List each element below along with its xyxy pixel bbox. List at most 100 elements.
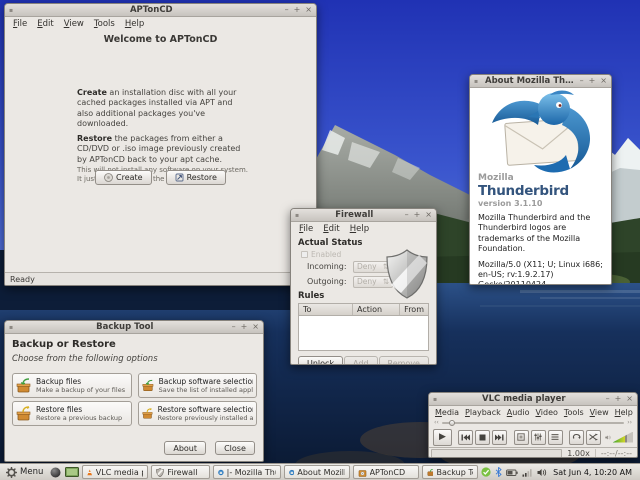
incoming-value: Deny	[357, 262, 377, 271]
close-button[interactable]: ×	[626, 395, 633, 403]
close-button[interactable]: Close	[215, 441, 255, 455]
menu-edit[interactable]: Edit	[318, 223, 344, 235]
menu-help[interactable]: Help	[120, 18, 149, 30]
column-header-to[interactable]: To	[299, 304, 353, 315]
maximize-button[interactable]: +	[294, 6, 301, 14]
window-menu-icon[interactable]: ▪	[433, 396, 442, 403]
window-menu-icon[interactable]: ▪	[9, 7, 18, 14]
backup-subheading: Choose from the following options	[12, 354, 256, 364]
backup-software-option[interactable]: Backup software selection Save the list …	[138, 373, 257, 398]
outgoing-value: Deny	[357, 277, 377, 286]
task-button-backup-tool[interactable]: Backup Tool	[422, 465, 479, 479]
network-signal-icon[interactable]	[522, 468, 533, 477]
firewall-titlebar[interactable]: ▪ Firewall – + ×	[291, 209, 436, 222]
menu-tools[interactable]: Tools	[89, 18, 120, 30]
column-header-from[interactable]: From	[400, 304, 428, 315]
battery-icon[interactable]	[506, 468, 518, 477]
unlock-button[interactable]: Unlock	[298, 356, 343, 365]
speaker-icon[interactable]	[605, 433, 611, 442]
thunderbird-titlebar[interactable]: ▪ About Mozilla Thunderbird – + ×	[470, 75, 611, 88]
backup-content: Backup or Restore Choose from the follow…	[5, 334, 263, 461]
restore-button[interactable]: Restore	[166, 170, 226, 185]
maximize-button[interactable]: +	[615, 395, 622, 403]
menu-playback[interactable]: Playback	[462, 407, 504, 418]
thunderbird-mini-icon	[289, 468, 295, 477]
firewall-content: Actual Status Enabled Incoming: Deny ⇅ O…	[291, 235, 436, 365]
menu-view[interactable]: View	[587, 407, 612, 418]
close-button[interactable]: ×	[425, 211, 432, 219]
update-check-icon[interactable]	[481, 467, 491, 477]
time-display[interactable]: --:--/--:--	[596, 449, 637, 458]
task-label: VLC media player	[96, 468, 144, 477]
previous-button[interactable]	[458, 430, 473, 445]
seek-handle[interactable]	[449, 420, 455, 426]
aptoncd-welcome-heading: Welcome to APTonCD	[5, 34, 316, 45]
task-button-thunderbird-main[interactable]: |- Mozilla Thunde...	[213, 465, 281, 479]
fullscreen-button[interactable]	[514, 430, 529, 445]
close-button[interactable]: ×	[305, 6, 312, 14]
backup-titlebar[interactable]: ▪ Backup Tool – + ×	[5, 321, 263, 334]
playlist-button[interactable]	[548, 430, 563, 445]
stop-button[interactable]	[475, 430, 490, 445]
restore-software-option[interactable]: Restore software selection Restore previ…	[138, 401, 257, 426]
restore-files-option[interactable]: Restore files Restore a previous backup	[12, 401, 132, 426]
menu-edit[interactable]: Edit	[32, 18, 58, 30]
task-button-vlc[interactable]: VLC media player	[82, 465, 148, 479]
rules-table-body[interactable]	[299, 316, 428, 350]
close-button[interactable]: ×	[252, 323, 259, 331]
task-button-firewall[interactable]: Firewall	[151, 465, 209, 479]
vlc-titlebar[interactable]: ▪ VLC media player – + ×	[429, 393, 637, 406]
menu-media[interactable]: Media	[432, 407, 462, 418]
minimize-button[interactable]: –	[606, 395, 610, 403]
seek-slider[interactable]	[442, 419, 624, 426]
menu-help[interactable]: Help	[345, 223, 374, 235]
bluetooth-icon[interactable]	[495, 467, 502, 477]
restore-lead: Restore	[77, 134, 112, 143]
menu-button-label: Menu	[20, 467, 43, 477]
menu-tools[interactable]: Tools	[561, 407, 587, 418]
maximize-button[interactable]: +	[241, 323, 248, 331]
backup-files-option[interactable]: Backup files Make a backup of your files	[12, 373, 132, 398]
close-button[interactable]: ×	[600, 77, 607, 85]
minimize-button[interactable]: –	[580, 77, 584, 85]
play-button[interactable]: ▶	[433, 429, 452, 446]
minimize-button[interactable]: –	[232, 323, 236, 331]
loop-button[interactable]	[569, 430, 584, 445]
window-menu-icon[interactable]: ▪	[295, 212, 304, 219]
playback-rate[interactable]: 1.00x	[562, 449, 596, 458]
minimize-button[interactable]: –	[405, 211, 409, 219]
maximize-button[interactable]: +	[414, 211, 421, 219]
task-button-aptoncd[interactable]: APTonCD	[353, 465, 419, 479]
next-button[interactable]	[492, 430, 507, 445]
volume-handle[interactable]	[625, 432, 627, 443]
menu-audio[interactable]: Audio	[504, 407, 533, 418]
create-lead: Create	[77, 88, 107, 97]
extended-settings-button[interactable]	[531, 430, 546, 445]
clock[interactable]: Sat Jun 4, 10:20 AM	[551, 468, 635, 477]
window-menu-icon[interactable]: ▪	[9, 324, 18, 331]
volume-tray-icon[interactable]	[537, 468, 547, 477]
create-button[interactable]: Create	[95, 170, 152, 185]
task-button-thunderbird-about[interactable]: About Mozilla Th...	[284, 465, 350, 479]
about-button[interactable]: About	[164, 441, 206, 455]
applications-menu-button[interactable]: Menu	[3, 465, 46, 480]
minimize-button[interactable]: –	[285, 6, 289, 14]
maximize-button[interactable]: +	[589, 77, 596, 85]
window-menu-icon[interactable]: ▪	[474, 78, 483, 85]
browser-launcher-icon[interactable]	[49, 465, 62, 479]
menu-view[interactable]: View	[59, 18, 89, 30]
menu-file[interactable]: File	[294, 223, 318, 235]
restore-files-label: Restore files	[36, 405, 122, 414]
column-header-action[interactable]: Action	[353, 304, 400, 315]
backup-files-label: Backup files	[36, 377, 125, 386]
aptoncd-titlebar[interactable]: ▪ APTonCD – + ×	[5, 4, 316, 17]
incoming-label: Incoming:	[307, 262, 349, 271]
menu-video[interactable]: Video	[532, 407, 560, 418]
shuffle-button[interactable]	[586, 430, 601, 445]
enabled-label: Enabled	[311, 250, 341, 259]
remove-button: Remove	[379, 356, 429, 365]
menu-file[interactable]: File	[8, 18, 32, 30]
volume-slider[interactable]	[613, 432, 633, 443]
menu-help[interactable]: Help	[612, 407, 636, 418]
display-launcher-icon[interactable]	[65, 465, 79, 479]
